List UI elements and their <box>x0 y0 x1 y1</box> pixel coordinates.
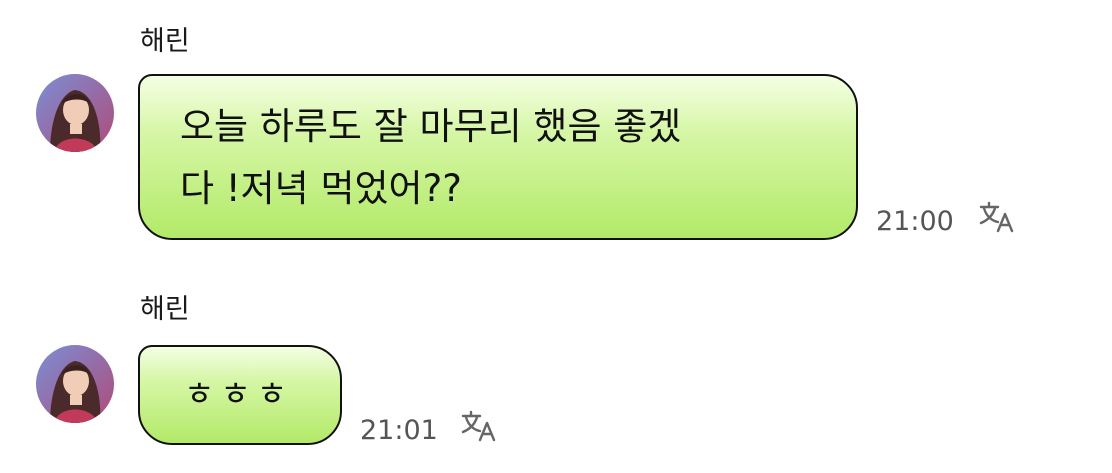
message-text: ㅎㅎㅎ <box>184 374 294 413</box>
translate-icon[interactable] <box>460 409 498 443</box>
message-time: 21:01 <box>360 415 438 446</box>
sender-name: 해린 <box>140 294 190 325</box>
avatar[interactable] <box>36 345 114 423</box>
chat-message: 해린 ㅎㅎㅎ 21:01 <box>0 0 1112 473</box>
message-bubble[interactable]: ㅎㅎㅎ <box>138 345 342 445</box>
